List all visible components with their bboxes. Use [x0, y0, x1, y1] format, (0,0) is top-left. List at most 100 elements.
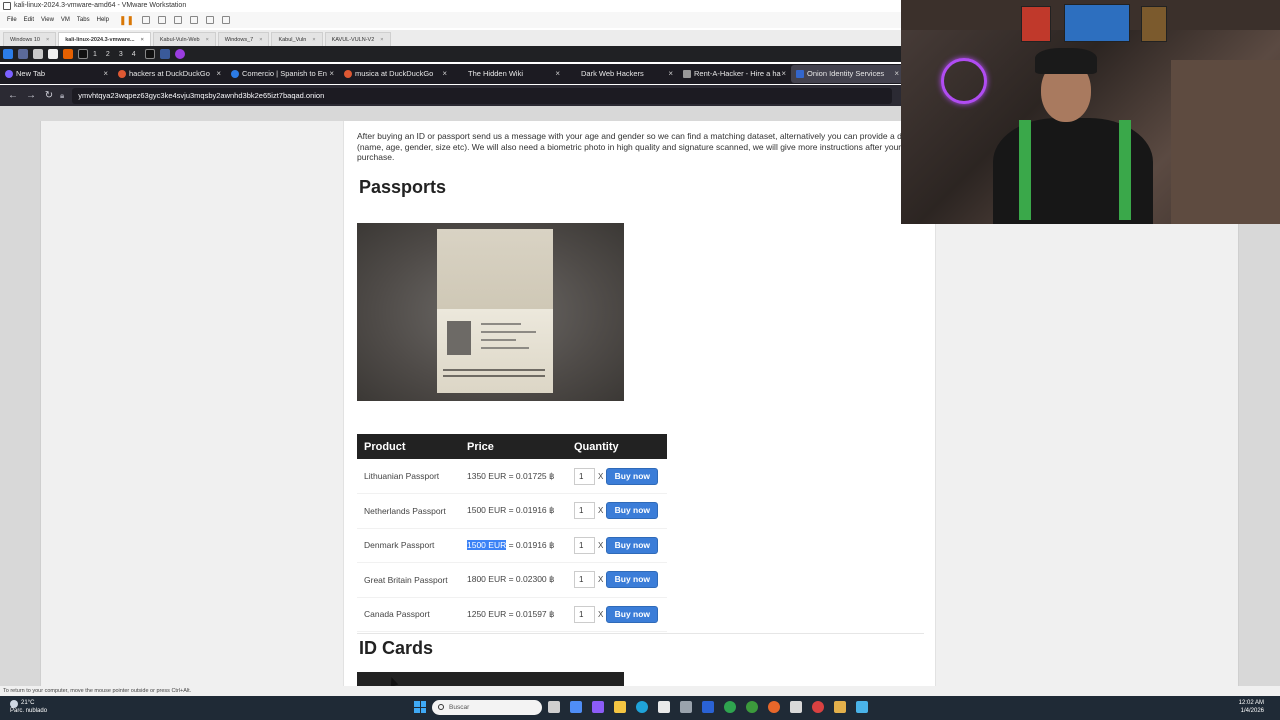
close-icon[interactable]: ×	[380, 37, 383, 43]
teams-icon[interactable]	[592, 701, 604, 713]
workspace-2[interactable]: 2	[106, 51, 110, 58]
close-icon[interactable]: ×	[668, 65, 673, 83]
settings-icon[interactable]	[680, 701, 692, 713]
browser-tab-hackers-ddg[interactable]: hackers at DuckDuckGo ×	[113, 65, 226, 83]
close-icon[interactable]: ×	[555, 65, 560, 83]
vm-tab-kali[interactable]: kali-linux-2024.3-vmware... ×	[58, 32, 151, 46]
close-icon[interactable]: ×	[442, 65, 447, 83]
onion-lock-icon[interactable]: 🔒︎	[60, 91, 64, 101]
pause-icon[interactable]: ❚❚	[119, 15, 134, 26]
vm-tab-windows10[interactable]: Windows 10 ×	[3, 32, 57, 46]
system-clock[interactable]: 12:02 AM 1/4/2026	[1239, 700, 1264, 715]
buy-now-button[interactable]: Buy now	[606, 467, 659, 485]
buy-now-button[interactable]: Buy now	[606, 605, 659, 623]
buy-now-button[interactable]: Buy now	[606, 502, 659, 520]
workspace-4[interactable]: 4	[132, 51, 136, 58]
desktop-icon[interactable]	[18, 49, 28, 59]
menu-vm[interactable]: VM	[61, 17, 70, 23]
record-icon[interactable]	[812, 701, 824, 713]
file-manager-icon[interactable]	[33, 49, 43, 59]
url-bar[interactable]: ymvhtqya23wqpez63gyc3ke4svju3mqsby2awnhd…	[72, 87, 893, 104]
person-cap	[1035, 48, 1097, 74]
workspace-1[interactable]: 1	[93, 51, 97, 58]
close-icon[interactable]: ×	[141, 37, 144, 43]
buy-now-button[interactable]: Buy now	[606, 571, 659, 589]
menu-view[interactable]: View	[41, 17, 54, 23]
kali-menu-icon[interactable]	[3, 49, 13, 59]
vm-tab-windows7[interactable]: Windows_7 ×	[217, 32, 270, 46]
menu-help[interactable]: Help	[97, 17, 109, 23]
task-view-icon[interactable]	[548, 701, 560, 713]
close-icon[interactable]: ×	[259, 37, 262, 43]
id-cards-heading: ID Cards	[359, 638, 434, 658]
quantity-input[interactable]: 1	[574, 536, 595, 554]
table-row: Netherlands Passport 1500 EUR = 0.01916 …	[357, 494, 667, 528]
buy-now-button[interactable]: Buy now	[606, 536, 659, 554]
close-icon[interactable]: ×	[206, 37, 209, 43]
close-icon[interactable]: ×	[781, 65, 786, 83]
menu-edit[interactable]: Edit	[24, 17, 34, 23]
start-button[interactable]	[414, 701, 426, 713]
vm-tab-kabul-vuln[interactable]: Kabul_Vuln ×	[271, 32, 323, 46]
close-icon[interactable]: ×	[329, 65, 334, 83]
firefox-taskbar-icon[interactable]	[768, 701, 780, 713]
manage-snapshots-icon[interactable]	[174, 16, 183, 24]
quantity-input[interactable]: 1	[574, 571, 595, 589]
quantity-input[interactable]: 1	[574, 605, 595, 623]
quantity-input[interactable]: 1	[574, 502, 595, 520]
close-icon[interactable]: ×	[312, 37, 315, 43]
console-view-icon[interactable]	[222, 16, 231, 24]
edge-icon[interactable]	[636, 701, 648, 713]
product-name: Great Britain Passport	[364, 574, 448, 585]
browser-tab-rent-a-hacker[interactable]: Rent-A-Hacker - Hire a ha ×	[678, 65, 791, 83]
browser-window-icon[interactable]	[159, 49, 170, 59]
product-price: 1800 EUR = 0.02300 ฿	[467, 574, 555, 585]
firefox-icon[interactable]	[63, 49, 73, 59]
xbox-icon[interactable]	[746, 701, 758, 713]
vm-tab-kabul-vuln-web[interactable]: Kabul-Vuln-Web ×	[152, 32, 216, 46]
unity-icon[interactable]	[206, 16, 215, 24]
close-icon[interactable]: ×	[216, 65, 221, 83]
vscode-icon[interactable]	[702, 701, 714, 713]
fullscreen-icon[interactable]	[190, 16, 199, 24]
browser-tab-dark-web-hackers[interactable]: Dark Web Hackers ×	[565, 65, 678, 83]
notepad-icon[interactable]	[856, 701, 868, 713]
neon-ring-light	[941, 58, 987, 104]
file-explorer-icon[interactable]	[614, 701, 626, 713]
browser-tab-hidden-wiki[interactable]: The Hidden Wiki ×	[452, 65, 565, 83]
weather-widget[interactable]: 21°C Parc. nublado	[10, 700, 47, 715]
browser-tab-new-tab[interactable]: New Tab ×	[0, 65, 113, 83]
terminal-icon[interactable]	[78, 49, 88, 59]
forward-arrow-icon[interactable]: →	[26, 90, 36, 101]
chrome-icon[interactable]	[724, 701, 736, 713]
copilot-icon[interactable]	[570, 701, 582, 713]
close-icon[interactable]: ×	[46, 37, 49, 43]
reload-icon[interactable]: ↻	[44, 90, 54, 101]
taskbar-search[interactable]: Buscar	[432, 700, 542, 715]
menu-tabs[interactable]: Tabs	[77, 17, 90, 23]
tor-browser-icon[interactable]	[174, 49, 185, 59]
close-icon[interactable]: ×	[103, 65, 108, 83]
app-icon[interactable]	[790, 701, 802, 713]
browser-tab-musica-ddg[interactable]: musica at DuckDuckGo ×	[339, 65, 452, 83]
vm-tab-kavul-vuln-v2[interactable]: KAVUL-VULN-V2 ×	[324, 32, 391, 46]
text-editor-icon[interactable]	[48, 49, 58, 59]
id-logo-icon	[796, 70, 804, 78]
quantity-input[interactable]: 1	[574, 467, 595, 485]
revert-icon[interactable]	[158, 16, 167, 24]
selected-text: 1500 EUR	[467, 539, 507, 550]
menu-file[interactable]: File	[7, 17, 17, 23]
close-icon[interactable]: ×	[894, 65, 899, 83]
browser-tab-onion-identity[interactable]: Onion Identity Services ×	[791, 65, 904, 83]
back-arrow-icon[interactable]: ←	[8, 90, 18, 101]
vmware-taskbar-icon[interactable]	[834, 701, 846, 713]
terminal-window-icon[interactable]	[144, 49, 155, 59]
product-name: Canada Passport	[364, 609, 430, 620]
product-price: 1250 EUR = 0.01597 ฿	[467, 608, 555, 619]
vmware-status-bar: To return to your computer, move the mou…	[0, 686, 1280, 696]
snapshot-icon[interactable]	[142, 16, 151, 24]
browser-tab-comercio[interactable]: Comercio | Spanish to En ×	[226, 65, 339, 83]
store-icon[interactable]	[658, 701, 670, 713]
workspace-3[interactable]: 3	[119, 51, 123, 58]
tab-favicon-icon	[5, 70, 13, 78]
